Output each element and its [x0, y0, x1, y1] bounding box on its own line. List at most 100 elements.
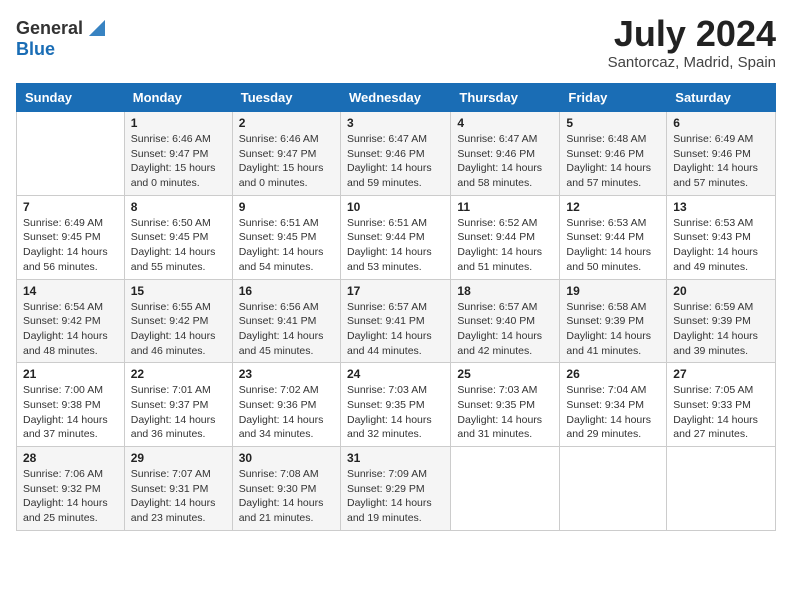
day-number: 17	[347, 284, 444, 298]
calendar-cell: 7 Sunrise: 6:49 AMSunset: 9:45 PMDaylight…	[17, 195, 125, 279]
day-detail: Sunrise: 7:05 AMSunset: 9:33 PMDaylight:…	[673, 383, 769, 442]
day-number: 1	[131, 116, 226, 130]
calendar-cell: 6 Sunrise: 6:49 AMSunset: 9:46 PMDaylight…	[667, 112, 776, 196]
day-detail: Sunrise: 7:04 AMSunset: 9:34 PMDaylight:…	[566, 383, 660, 442]
day-detail: Sunrise: 6:49 AMSunset: 9:46 PMDaylight:…	[673, 132, 769, 191]
calendar-cell: 14 Sunrise: 6:54 AMSunset: 9:42 PMDayligh…	[17, 279, 125, 363]
calendar-body: 1 Sunrise: 6:46 AMSunset: 9:47 PMDaylight…	[17, 112, 776, 531]
day-number: 4	[457, 116, 553, 130]
calendar-week-row: 21 Sunrise: 7:00 AMSunset: 9:38 PMDayligh…	[17, 363, 776, 447]
day-number: 10	[347, 200, 444, 214]
header-day-monday: Monday	[124, 84, 232, 112]
calendar-cell: 9 Sunrise: 6:51 AMSunset: 9:45 PMDaylight…	[232, 195, 340, 279]
day-number: 8	[131, 200, 226, 214]
day-detail: Sunrise: 6:53 AMSunset: 9:43 PMDaylight:…	[673, 216, 769, 275]
day-detail: Sunrise: 6:50 AMSunset: 9:45 PMDaylight:…	[131, 216, 226, 275]
day-number: 19	[566, 284, 660, 298]
day-detail: Sunrise: 7:00 AMSunset: 9:38 PMDaylight:…	[23, 383, 118, 442]
calendar-cell: 12 Sunrise: 6:53 AMSunset: 9:44 PMDayligh…	[560, 195, 667, 279]
header-day-saturday: Saturday	[667, 84, 776, 112]
day-detail: Sunrise: 6:51 AMSunset: 9:45 PMDaylight:…	[239, 216, 334, 275]
calendar-cell: 4 Sunrise: 6:47 AMSunset: 9:46 PMDaylight…	[451, 112, 560, 196]
day-number: 21	[23, 367, 118, 381]
day-detail: Sunrise: 7:08 AMSunset: 9:30 PMDaylight:…	[239, 467, 334, 526]
day-number: 25	[457, 367, 553, 381]
day-detail: Sunrise: 6:47 AMSunset: 9:46 PMDaylight:…	[347, 132, 444, 191]
day-number: 31	[347, 451, 444, 465]
day-detail: Sunrise: 6:47 AMSunset: 9:46 PMDaylight:…	[457, 132, 553, 191]
day-detail: Sunrise: 6:57 AMSunset: 9:41 PMDaylight:…	[347, 300, 444, 359]
month-title: July 2024	[608, 16, 776, 52]
calendar-cell: 28Sunrise: 7:06 AMSunset: 9:32 PMDayligh…	[17, 447, 125, 531]
day-detail: Sunrise: 6:53 AMSunset: 9:44 PMDaylight:…	[566, 216, 660, 275]
day-number: 9	[239, 200, 334, 214]
header-day-wednesday: Wednesday	[340, 84, 450, 112]
day-detail: Sunrise: 6:51 AMSunset: 9:44 PMDaylight:…	[347, 216, 444, 275]
day-number: 5	[566, 116, 660, 130]
day-number: 20	[673, 284, 769, 298]
logo-general: General	[16, 19, 83, 37]
calendar-cell: 25 Sunrise: 7:03 AMSunset: 9:35 PMDayligh…	[451, 363, 560, 447]
calendar-cell: 31 Sunrise: 7:09 AMSunset: 9:29 PMDayligh…	[340, 447, 450, 531]
day-detail: Sunrise: 6:49 AMSunset: 9:45 PMDaylight:…	[23, 216, 118, 275]
calendar-week-row: 7 Sunrise: 6:49 AMSunset: 9:45 PMDaylight…	[17, 195, 776, 279]
calendar-cell: 21 Sunrise: 7:00 AMSunset: 9:38 PMDayligh…	[17, 363, 125, 447]
day-detail: Sunrise: 6:55 AMSunset: 9:42 PMDaylight:…	[131, 300, 226, 359]
day-detail: Sunrise: 6:48 AMSunset: 9:46 PMDaylight:…	[566, 132, 660, 191]
calendar-cell: 19 Sunrise: 6:58 AMSunset: 9:39 PMDayligh…	[560, 279, 667, 363]
day-detail: Sunrise: 6:57 AMSunset: 9:40 PMDaylight:…	[457, 300, 553, 359]
day-number: 7	[23, 200, 118, 214]
day-detail: Sunrise: 6:46 AMSunset: 9:47 PMDaylight:…	[239, 132, 334, 191]
calendar-cell	[560, 447, 667, 531]
calendar-cell: 1Sunrise: 6:46 AMSunset: 9:47 PMDaylight…	[124, 112, 232, 196]
day-detail: Sunrise: 7:03 AMSunset: 9:35 PMDaylight:…	[457, 383, 553, 442]
header-day-friday: Friday	[560, 84, 667, 112]
calendar-cell: 17 Sunrise: 6:57 AMSunset: 9:41 PMDayligh…	[340, 279, 450, 363]
calendar-cell: 16Sunrise: 6:56 AMSunset: 9:41 PMDayligh…	[232, 279, 340, 363]
day-number: 14	[23, 284, 118, 298]
calendar-cell: 30 Sunrise: 7:08 AMSunset: 9:30 PMDayligh…	[232, 447, 340, 531]
day-number: 30	[239, 451, 334, 465]
day-number: 13	[673, 200, 769, 214]
day-number: 3	[347, 116, 444, 130]
calendar-cell: 27 Sunrise: 7:05 AMSunset: 9:33 PMDayligh…	[667, 363, 776, 447]
day-detail: Sunrise: 6:58 AMSunset: 9:39 PMDaylight:…	[566, 300, 660, 359]
calendar-cell: 24Sunrise: 7:03 AMSunset: 9:35 PMDayligh…	[340, 363, 450, 447]
calendar-table: SundayMondayTuesdayWednesdayThursdayFrid…	[16, 83, 776, 531]
header-day-sunday: Sunday	[17, 84, 125, 112]
calendar-cell: 20 Sunrise: 6:59 AMSunset: 9:39 PMDayligh…	[667, 279, 776, 363]
day-number: 26	[566, 367, 660, 381]
day-number: 28	[23, 451, 118, 465]
location-subtitle: Santorcaz, Madrid, Spain	[608, 54, 776, 71]
calendar-cell: 11Sunrise: 6:52 AMSunset: 9:44 PMDayligh…	[451, 195, 560, 279]
day-number: 6	[673, 116, 769, 130]
logo: General Blue	[16, 16, 109, 58]
logo-icon	[85, 16, 109, 40]
day-number: 22	[131, 367, 226, 381]
calendar-cell: 29Sunrise: 7:07 AMSunset: 9:31 PMDayligh…	[124, 447, 232, 531]
page-header: General Blue July 2024 Santorcaz, Madrid…	[16, 16, 776, 71]
calendar-cell	[667, 447, 776, 531]
calendar-week-row: 14 Sunrise: 6:54 AMSunset: 9:42 PMDayligh…	[17, 279, 776, 363]
calendar-cell: 15 Sunrise: 6:55 AMSunset: 9:42 PMDayligh…	[124, 279, 232, 363]
day-number: 12	[566, 200, 660, 214]
day-detail: Sunrise: 7:09 AMSunset: 9:29 PMDaylight:…	[347, 467, 444, 526]
calendar-cell: 18 Sunrise: 6:57 AMSunset: 9:40 PMDayligh…	[451, 279, 560, 363]
calendar-cell: 26 Sunrise: 7:04 AMSunset: 9:34 PMDayligh…	[560, 363, 667, 447]
calendar-week-row: 1 Sunrise: 6:46 AMSunset: 9:47 PMDaylight…	[17, 112, 776, 196]
calendar-cell	[17, 112, 125, 196]
day-number: 27	[673, 367, 769, 381]
day-detail: Sunrise: 6:54 AMSunset: 9:42 PMDaylight:…	[23, 300, 118, 359]
day-number: 2	[239, 116, 334, 130]
calendar-cell: 8 Sunrise: 6:50 AMSunset: 9:45 PMDaylight…	[124, 195, 232, 279]
calendar-cell: 22Sunrise: 7:01 AMSunset: 9:37 PMDayligh…	[124, 363, 232, 447]
day-number: 24	[347, 367, 444, 381]
day-number: 18	[457, 284, 553, 298]
day-detail: Sunrise: 6:59 AMSunset: 9:39 PMDaylight:…	[673, 300, 769, 359]
header-day-tuesday: Tuesday	[232, 84, 340, 112]
logo-blue: Blue	[16, 40, 109, 58]
day-detail: Sunrise: 7:02 AMSunset: 9:36 PMDaylight:…	[239, 383, 334, 442]
day-detail: Sunrise: 6:56 AMSunset: 9:41 PMDaylight:…	[239, 300, 334, 359]
day-number: 15	[131, 284, 226, 298]
day-number: 29	[131, 451, 226, 465]
